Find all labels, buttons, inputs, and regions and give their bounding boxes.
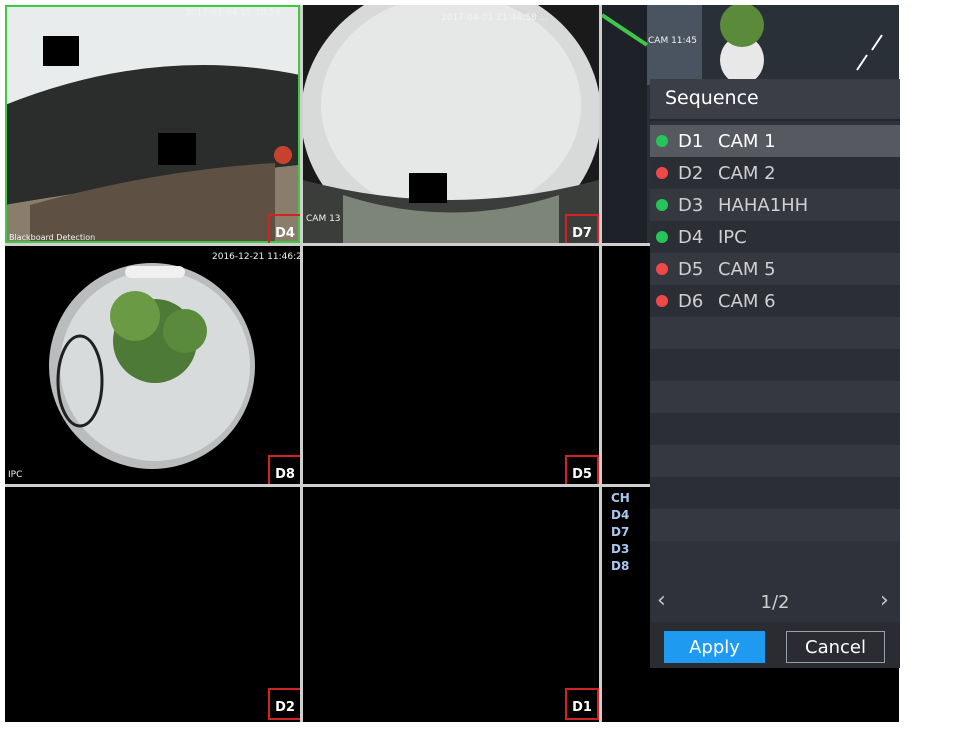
row-name: HAHA1HH <box>718 194 809 216</box>
row-channel: D1 <box>678 130 704 152</box>
ch-item: D8 <box>611 559 630 573</box>
list-item-empty <box>650 413 900 445</box>
video-cell-d5[interactable]: D5 <box>303 246 599 484</box>
ch-item: D7 <box>611 525 630 539</box>
osd-timestamp: 2017-04-01 21:44:58 ... <box>441 13 549 23</box>
list-item-d5[interactable]: D5 CAM 5 <box>650 253 900 285</box>
row-channel: D5 <box>678 258 704 280</box>
channel-badge: D5 <box>565 455 599 484</box>
row-name: IPC <box>718 226 747 248</box>
cancel-button[interactable]: Cancel <box>786 631 885 663</box>
page-indicator: 1/2 <box>760 592 790 613</box>
row-name: CAM 1 <box>718 130 776 152</box>
channel-badge: D7 <box>565 214 599 243</box>
video-cell-d8[interactable]: 2016-12-21 11:46:21 IPC D8 <box>5 246 300 484</box>
osd-timestamp: 2017-01-04 15:28:58 ... <box>185 8 293 18</box>
channel-list: D1 CAM 1 D2 CAM 2 D3 HAHA1HH D4 IPC D5 C… <box>650 125 900 541</box>
panel-header: Sequence <box>650 79 900 121</box>
camera-feed <box>303 5 599 243</box>
channel-badge: D2 <box>268 688 300 720</box>
list-item-d2[interactable]: D2 CAM 2 <box>650 157 900 189</box>
online-status-icon <box>656 199 668 211</box>
list-item-d1[interactable]: D1 CAM 1 <box>650 125 900 157</box>
panel-title: Sequence <box>665 87 759 109</box>
list-item-d6[interactable]: D6 CAM 6 <box>650 285 900 317</box>
channel-badge: D8 <box>268 455 300 484</box>
privacy-mask <box>409 173 447 203</box>
chevron-right-icon[interactable]: › <box>880 588 889 613</box>
list-item-empty <box>650 349 900 381</box>
osd-label: CAM 13 <box>306 214 341 224</box>
ch-item: D3 <box>611 542 630 556</box>
row-name: CAM 6 <box>718 290 776 312</box>
ch-item: D4 <box>611 508 630 522</box>
channel-sequence-overlay: CH D4 D7 D3 D8 <box>611 490 630 575</box>
list-item-d3[interactable]: D3 HAHA1HH <box>650 189 900 221</box>
pagination: ‹ 1/2 › <box>650 582 900 622</box>
online-status-icon <box>656 135 668 147</box>
list-item-empty <box>650 445 900 477</box>
video-cell-d1[interactable]: D1 <box>303 487 599 722</box>
row-channel: D2 <box>678 162 704 184</box>
button-bar: Apply Cancel <box>650 622 900 668</box>
list-item-empty <box>650 509 900 541</box>
row-channel: D4 <box>678 226 704 248</box>
offline-status-icon <box>656 263 668 275</box>
row-name: CAM 5 <box>718 258 776 280</box>
offline-status-icon <box>656 295 668 307</box>
list-item-empty <box>650 477 900 509</box>
ch-header: CH <box>611 491 630 505</box>
osd-label: Blackboard Detection <box>9 233 96 242</box>
video-cell-d7[interactable]: 2017-04-01 21:44:58 ... CAM 13 D7 <box>303 5 599 243</box>
list-item-empty <box>650 317 900 349</box>
sequence-panel: Sequence D1 CAM 1 D2 CAM 2 D3 HAHA1HH D4… <box>650 79 900 668</box>
channel-badge: D1 <box>565 688 599 720</box>
list-item-empty <box>650 381 900 413</box>
osd-label: CAM 11:45 <box>648 36 698 46</box>
grid-divider <box>599 5 602 722</box>
list-item-d4[interactable]: D4 IPC <box>650 221 900 253</box>
offline-status-icon <box>656 167 668 179</box>
privacy-mask <box>43 36 79 66</box>
apply-button[interactable]: Apply <box>664 631 765 663</box>
video-cell-d4[interactable]: 2017-01-04 15:28:58 ... Blackboard Detec… <box>5 5 300 243</box>
privacy-mask <box>158 133 196 165</box>
row-channel: D3 <box>678 194 704 216</box>
video-cell-d2[interactable]: D2 <box>5 487 300 722</box>
row-channel: D6 <box>678 290 704 312</box>
channel-badge: D4 <box>268 214 300 243</box>
row-name: CAM 2 <box>718 162 776 184</box>
camera-feed <box>5 246 300 484</box>
osd-timestamp: 2016-12-21 11:46:21 <box>212 252 300 262</box>
online-status-icon <box>656 231 668 243</box>
osd-label: IPC <box>8 470 23 480</box>
grid-divider <box>300 5 303 722</box>
